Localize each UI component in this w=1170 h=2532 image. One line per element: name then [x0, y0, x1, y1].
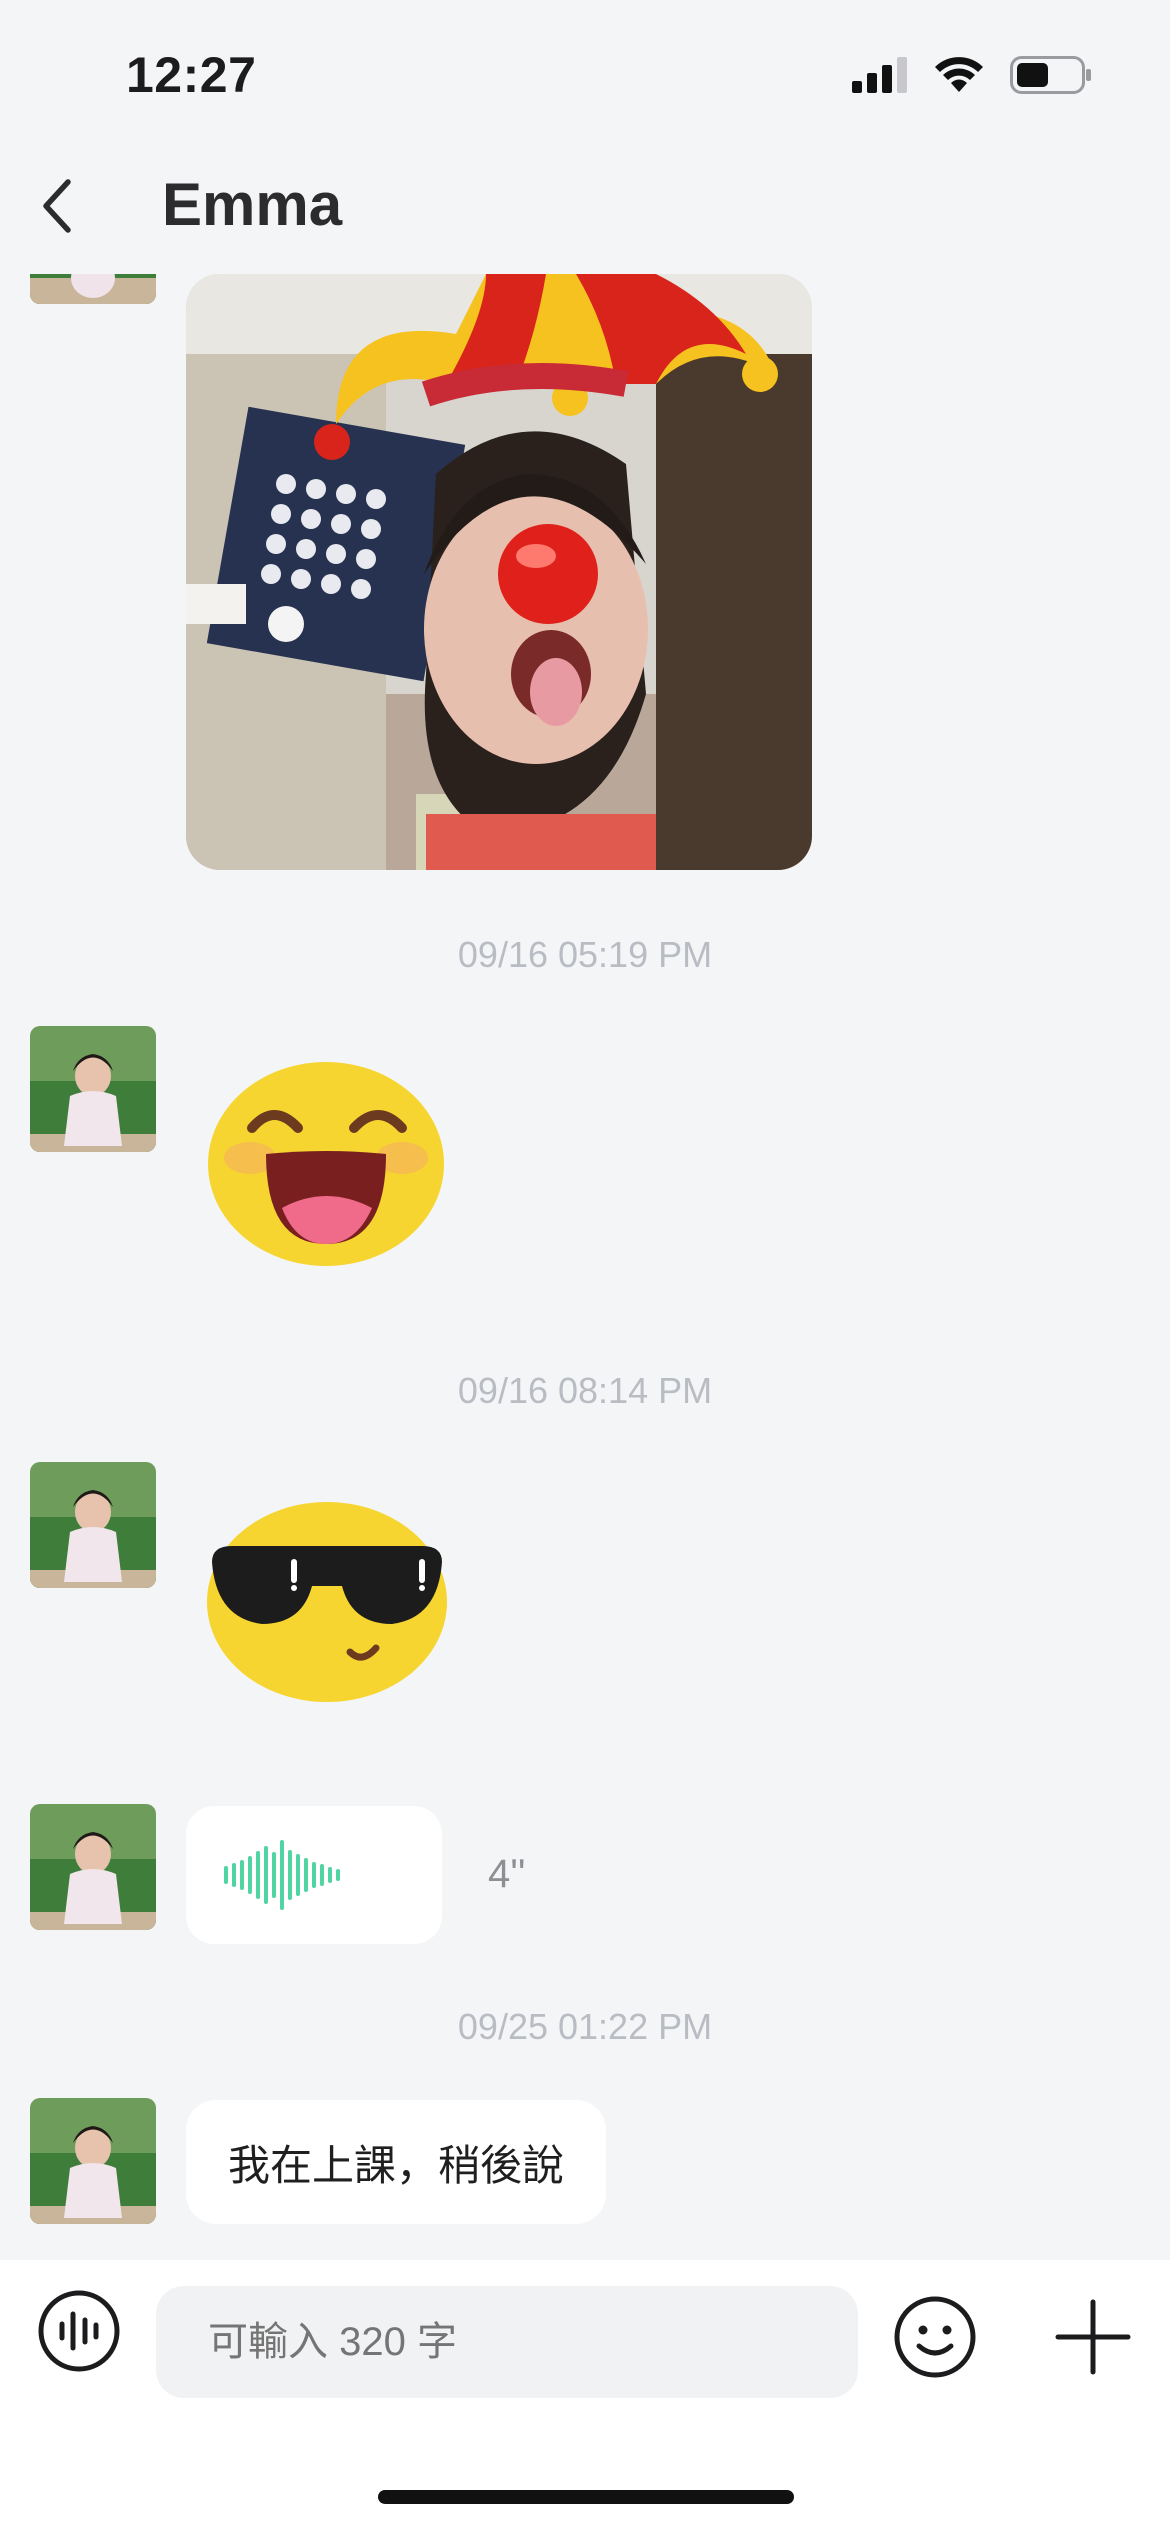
message-input[interactable]	[156, 2286, 858, 2398]
avatar[interactable]	[30, 274, 156, 304]
avatar[interactable]	[30, 1804, 156, 1930]
voice-input-button[interactable]	[36, 2288, 122, 2374]
voice-message-bubble[interactable]	[186, 1806, 442, 1944]
timestamp: 09/16 05:19 PM	[457, 934, 713, 975]
emoji-button[interactable]	[892, 2294, 978, 2380]
text-message-bubble[interactable]: 我在上課，稍後說	[186, 2100, 607, 2224]
avatar[interactable]	[30, 2098, 156, 2224]
status-time: 12:27	[126, 47, 257, 103]
back-chevron-icon	[43, 179, 71, 233]
home-indicator	[378, 2490, 794, 2504]
voice-duration: 4''	[488, 1852, 526, 1896]
timestamp: 09/16 08:14 PM	[457, 1370, 713, 1411]
back-button[interactable]	[26, 172, 86, 240]
more-options-button[interactable]	[1050, 2294, 1136, 2380]
wifi-icon	[935, 57, 983, 92]
avatar[interactable]	[30, 1462, 156, 1588]
signal-icon	[852, 57, 907, 93]
plus-icon	[1055, 2299, 1131, 2375]
sticker-sunglasses-emoji[interactable]	[202, 1498, 452, 1702]
emoji-icon	[894, 2296, 976, 2378]
chat-title: Emma	[162, 171, 343, 238]
battery-icon	[1010, 56, 1091, 94]
status-icons	[852, 56, 1092, 94]
photo-message[interactable]	[186, 274, 812, 870]
avatar[interactable]	[30, 1026, 156, 1152]
sticker-laughing-emoji[interactable]	[206, 1058, 446, 1268]
timestamp: 09/25 01:22 PM	[457, 2006, 713, 2047]
waveform-icon	[224, 1840, 340, 1910]
chat-scroll-area[interactable]: 09/16 05:19 PM 09/16 08:14 PM 4'' 09/25 …	[0, 274, 1170, 2260]
voice-input-icon	[38, 2290, 120, 2372]
